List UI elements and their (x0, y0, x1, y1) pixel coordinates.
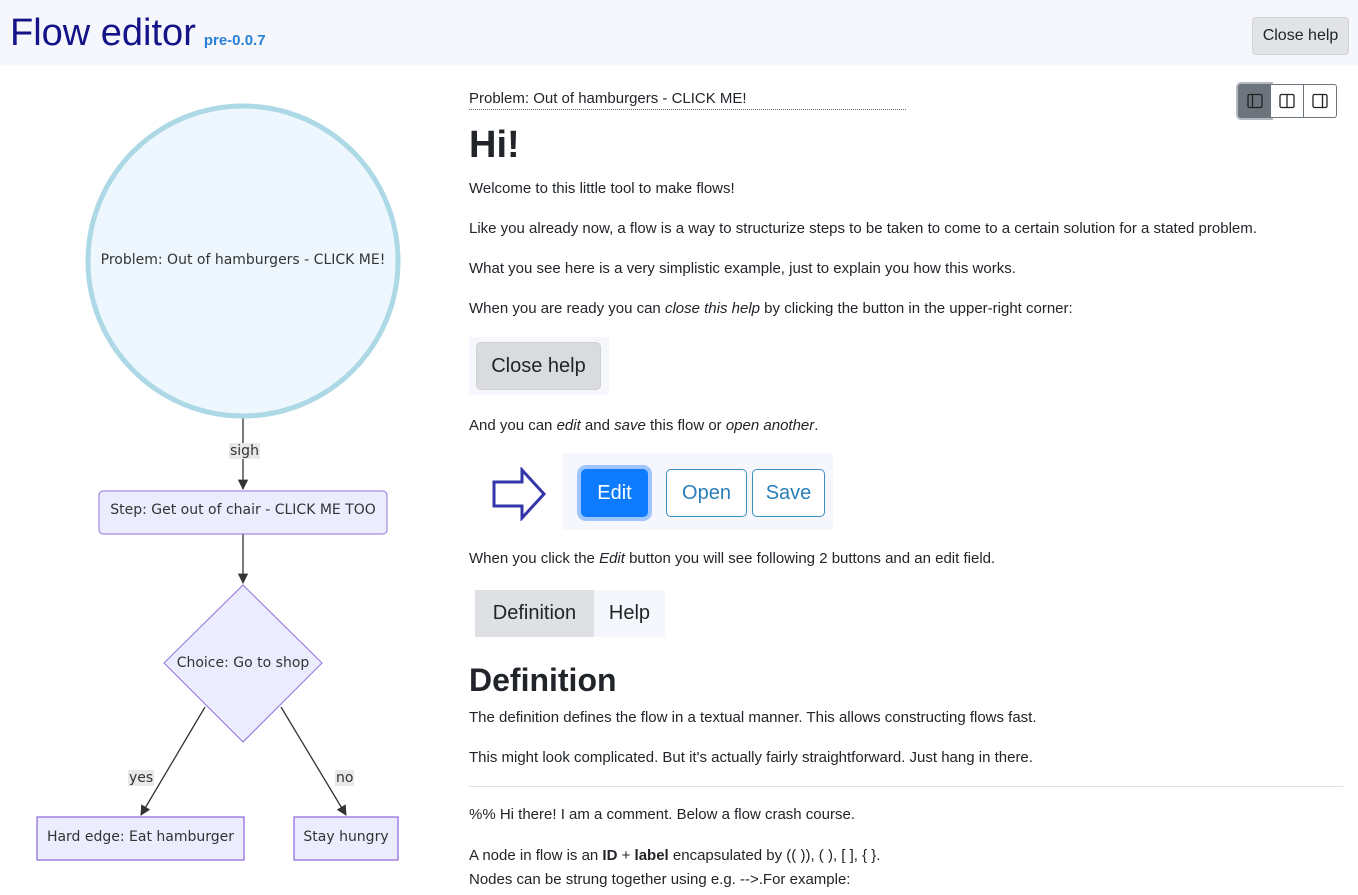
close-help-text-em: close this help (664, 300, 761, 317)
view-left-panel-button[interactable] (1238, 84, 1271, 118)
edit-save-text-c: this flow or (645, 417, 726, 434)
edge-choice-hard (140, 706, 206, 816)
edge-label-no: no (335, 770, 355, 786)
close-help-text-b: by clicking the button in the upper-righ… (760, 300, 1073, 317)
node-syntax-label: label (634, 847, 669, 864)
flow-diagram: Problem: Out of hamburgers - CLICK ME! S… (0, 65, 460, 895)
tab-help[interactable]: Help (594, 590, 665, 637)
app-version: pre-0.0.7 (203, 32, 266, 49)
edit-info-text-a: When you click the (469, 550, 600, 567)
section-divider (469, 786, 1343, 787)
edit-save-em-edit: edit (556, 417, 581, 434)
node-syntax-plus: + (617, 847, 635, 864)
header-close-help-button[interactable]: Close help (1252, 17, 1349, 55)
layout-right-icon (1312, 93, 1328, 109)
paragraph-node-syntax: A node in flow is an ID + label encapsul… (469, 847, 880, 864)
paragraph-example: What you see here is a very simplistic e… (469, 260, 1016, 277)
flow-diagram-svg (36, 103, 401, 861)
paragraph-definition: The definition defines the flow in a tex… (469, 709, 1037, 726)
node-problem-label[interactable]: Problem: Out of hamburgers - CLICK ME! (93, 252, 393, 268)
node-stay-label[interactable]: Stay hungry (294, 829, 398, 845)
node-hard-edge-label[interactable]: Hard edge: Eat hamburger (37, 829, 244, 845)
node-choice-label[interactable]: Choice: Go to shop (164, 655, 322, 671)
edge-choice-stay (280, 706, 347, 816)
layout-left-icon (1246, 93, 1263, 109)
definition-heading: Definition (469, 662, 617, 698)
edit-info-em: Edit (599, 550, 625, 567)
view-toggle-group (1238, 83, 1337, 119)
view-split-panel-button[interactable] (1271, 84, 1304, 118)
paragraph-welcome: Welcome to this little tool to make flow… (469, 180, 735, 197)
app-title: Flow editor pre-0.0.7 (10, 10, 266, 64)
page-heading: Hi! (469, 124, 520, 166)
arrow-right-icon (492, 467, 547, 521)
layout-split-icon (1279, 93, 1295, 109)
edit-save-text-a: And you can (469, 417, 557, 434)
edit-button[interactable]: Edit (581, 469, 648, 517)
close-help-text-a: When you are ready you can (469, 300, 665, 317)
node-syntax-text-a: A node in flow is an (469, 847, 603, 864)
edit-save-em-save: save (614, 417, 646, 434)
node-step-label[interactable]: Step: Get out of chair - CLICK ME TOO (99, 502, 387, 518)
edit-info-text-b: button you will see following 2 buttons … (624, 550, 996, 567)
close-help-demo-button[interactable]: Close help (476, 342, 601, 390)
open-button[interactable]: Open (666, 469, 747, 517)
view-right-panel-button[interactable] (1304, 84, 1337, 118)
edit-save-em-open: open another (725, 417, 815, 434)
paragraph-close-help: When you are ready you can close this he… (469, 300, 1073, 317)
app-header: Flow editor pre-0.0.7 Close help (0, 0, 1358, 65)
paragraph-flow-intro: Like you already now, a flow is a way to… (469, 220, 1257, 237)
node-syntax-id: ID (602, 847, 618, 864)
paragraph-complicated: This might look complicated. But it's ac… (469, 749, 1033, 766)
definition-comment: %% Hi there! I am a comment. Below a flo… (469, 806, 855, 823)
tab-definition[interactable]: Definition (475, 590, 594, 637)
breadcrumb[interactable]: Problem: Out of hamburgers - CLICK ME! (469, 90, 906, 110)
node-syntax-text-c: encapsulated by (( )), ( ), [ ], { }. (668, 847, 881, 864)
paragraph-edit-info: When you click the Edit button you will … (469, 550, 995, 567)
edge-label-sigh: sigh (229, 443, 260, 459)
paragraph-edit-save: And you can edit and save this flow or o… (469, 417, 818, 434)
save-button[interactable]: Save (752, 469, 825, 517)
edit-save-text-d: . (814, 417, 819, 434)
edit-save-text-b: and (580, 417, 615, 434)
paragraph-strung-together: Nodes can be strung together using e.g. … (469, 871, 851, 888)
app-title-text: Flow editor (10, 12, 196, 54)
edge-label-yes: yes (128, 770, 155, 786)
